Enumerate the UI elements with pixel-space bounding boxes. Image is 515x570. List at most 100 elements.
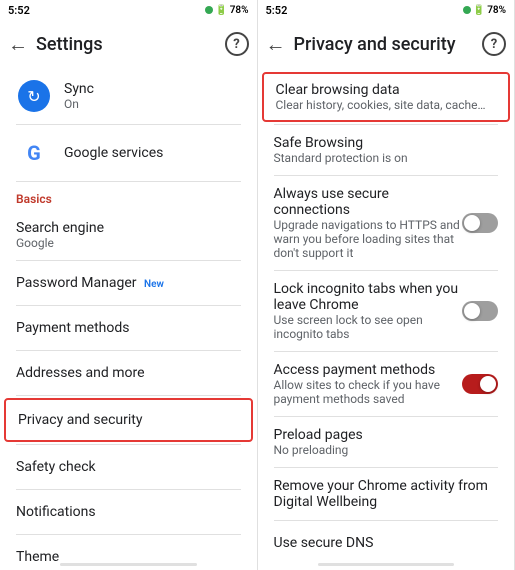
safe-browsing-title: Safe Browsing	[274, 135, 499, 151]
google-content: Google services	[64, 145, 241, 161]
clear-browsing-title: Clear browsing data	[276, 82, 497, 98]
safe-browsing-content: Safe Browsing Standard protection is on	[274, 135, 499, 165]
scroll-hint-right	[318, 563, 455, 566]
section-basics: Basics	[0, 182, 257, 210]
safe-browsing-subtitle: Standard protection is on	[274, 151, 499, 165]
status-icons-left: 🔋 78%	[205, 5, 248, 16]
sync-content: Sync On	[64, 81, 241, 111]
access-payment-toggle[interactable]	[462, 374, 498, 394]
sync-icon: ↻	[16, 78, 52, 114]
top-bar-left: ← Settings ?	[0, 20, 257, 68]
preload-content: Preload pages No preloading	[274, 427, 499, 457]
preload-subtitle: No preloading	[274, 443, 499, 457]
privacy-content: Privacy and security	[18, 412, 239, 428]
list-item-secure-dns[interactable]: Use secure DNS	[258, 521, 515, 563]
access-payment-title: Access payment methods	[274, 362, 463, 378]
toggle-knob	[464, 215, 480, 231]
chrome-activity-title: Remove your Chrome activity from Digital…	[274, 478, 499, 510]
settings-list-right: Clear browsing data Clear history, cooki…	[258, 68, 515, 563]
status-bar-right: 5:52 🔋 78%	[258, 0, 515, 20]
sync-subtitle: On	[64, 97, 241, 111]
toggle-knob-3	[480, 376, 496, 392]
addresses-title: Addresses and more	[16, 365, 241, 381]
scroll-hint-left	[60, 563, 197, 566]
list-item-addresses[interactable]: Addresses and more	[0, 351, 257, 395]
list-item-notifications[interactable]: Notifications	[0, 490, 257, 534]
safety-content: Safety check	[16, 459, 241, 475]
top-bar-right: ← Privacy and security ?	[258, 20, 515, 68]
android-icon: 🔋	[215, 5, 227, 16]
list-item-secure-connections[interactable]: Always use secure connections Upgrade na…	[258, 176, 515, 270]
preload-title: Preload pages	[274, 427, 499, 443]
list-item-privacy-security[interactable]: Privacy and security	[4, 398, 253, 442]
list-item-payment-methods[interactable]: Payment methods	[0, 306, 257, 350]
settings-list-left: ↻ Sync On G Google services Basics Searc…	[0, 68, 257, 563]
new-badge: New	[144, 279, 164, 290]
time-right: 5:52	[266, 4, 288, 17]
secure-connections-toggle[interactable]	[462, 213, 498, 233]
payment-title: Payment methods	[16, 320, 241, 336]
search-engine-title: Search engine	[16, 220, 241, 236]
list-item-access-payment[interactable]: Access payment methods Allow sites to ch…	[258, 352, 515, 416]
battery-icon-right: 🔋	[473, 5, 485, 16]
green-dot-icon-right	[463, 6, 471, 14]
right-panel: 5:52 🔋 78% ← Privacy and security ? Clea…	[258, 0, 515, 570]
toggle-knob-2	[464, 303, 480, 319]
secure-dns-content: Use secure DNS	[274, 535, 499, 551]
list-item-google-services[interactable]: G Google services	[0, 125, 257, 181]
google-icon: G	[16, 135, 52, 171]
status-bar-left: 5:52 🔋 78%	[0, 0, 257, 20]
notifications-content: Notifications	[16, 504, 241, 520]
list-item-theme[interactable]: Theme	[0, 535, 257, 563]
time-left: 5:52	[8, 4, 30, 17]
battery-right: 78%	[487, 5, 506, 16]
password-content: Password Manager New	[16, 275, 241, 291]
help-button-left[interactable]: ?	[225, 32, 249, 56]
status-time-left: 5:52	[8, 4, 30, 17]
page-title-right: Privacy and security	[294, 34, 475, 55]
clear-browsing-content: Clear browsing data Clear history, cooki…	[276, 82, 497, 112]
incognito-toggle[interactable]	[462, 301, 498, 321]
list-item-password-manager[interactable]: Password Manager New	[0, 261, 257, 305]
list-item-search-engine[interactable]: Search engine Google	[0, 210, 257, 260]
divider-6	[16, 395, 241, 396]
list-item-clear-browsing[interactable]: Clear browsing data Clear history, cooki…	[262, 72, 511, 122]
list-item-safe-browsing[interactable]: Safe Browsing Standard protection is on	[258, 125, 515, 175]
secure-dns-title: Use secure DNS	[274, 535, 499, 551]
access-payment-subtitle: Allow sites to check if you have payment…	[274, 378, 463, 406]
theme-title: Theme	[16, 549, 241, 563]
left-panel: 5:52 🔋 78% ← Settings ? ↻ Sync On	[0, 0, 258, 570]
notifications-title: Notifications	[16, 504, 241, 520]
incognito-content: Lock incognito tabs when you leave Chrom…	[274, 281, 463, 341]
safety-title: Safety check	[16, 459, 241, 475]
payment-content: Payment methods	[16, 320, 241, 336]
password-title: Password Manager	[16, 275, 137, 291]
google-title: Google services	[64, 145, 241, 161]
list-item-safety-check[interactable]: Safety check	[0, 445, 257, 489]
secure-connections-content: Always use secure connections Upgrade na…	[274, 186, 463, 260]
addresses-content: Addresses and more	[16, 365, 241, 381]
incognito-subtitle: Use screen lock to see open incognito ta…	[274, 313, 463, 341]
status-icons-right: 🔋 78%	[463, 5, 506, 16]
search-engine-subtitle: Google	[16, 236, 241, 250]
access-payment-content: Access payment methods Allow sites to ch…	[274, 362, 463, 406]
theme-content: Theme	[16, 549, 241, 563]
back-button-left[interactable]: ←	[8, 32, 28, 57]
page-title-left: Settings	[36, 34, 217, 55]
status-time-right: 5:52	[266, 4, 288, 17]
back-button-right[interactable]: ←	[266, 32, 286, 57]
list-item-chrome-activity[interactable]: Remove your Chrome activity from Digital…	[258, 468, 515, 520]
chrome-activity-content: Remove your Chrome activity from Digital…	[274, 478, 499, 510]
green-dot-icon	[205, 6, 213, 14]
battery-left: 78%	[230, 5, 249, 16]
clear-browsing-subtitle: Clear history, cookies, site data, cache…	[276, 98, 497, 112]
secure-connections-subtitle: Upgrade navigations to HTTPS and warn yo…	[274, 218, 463, 260]
privacy-title: Privacy and security	[18, 412, 239, 428]
secure-connections-title: Always use secure connections	[274, 186, 463, 218]
help-button-right[interactable]: ?	[482, 32, 506, 56]
incognito-title: Lock incognito tabs when you leave Chrom…	[274, 281, 463, 313]
list-item-sync[interactable]: ↻ Sync On	[0, 68, 257, 124]
sync-title: Sync	[64, 81, 241, 97]
list-item-incognito-tabs[interactable]: Lock incognito tabs when you leave Chrom…	[258, 271, 515, 351]
list-item-preload[interactable]: Preload pages No preloading	[258, 417, 515, 467]
